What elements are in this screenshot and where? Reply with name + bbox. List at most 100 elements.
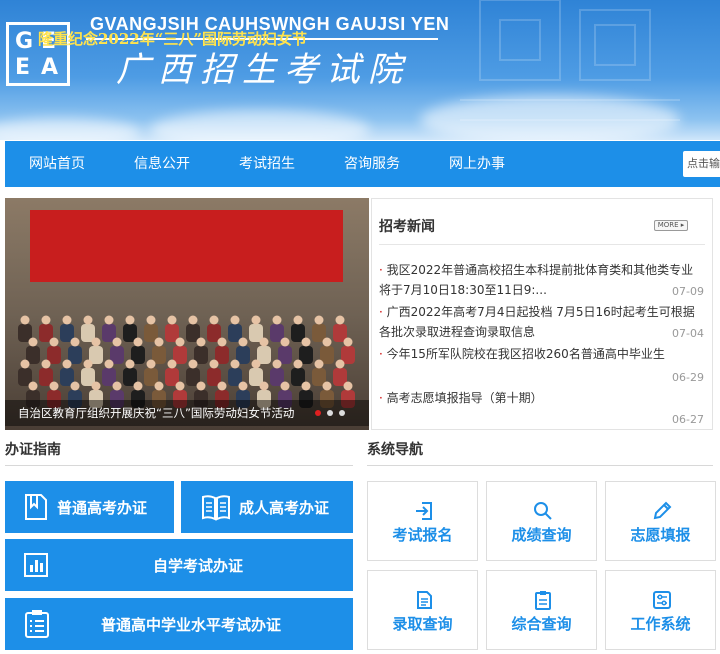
person-head [251,315,261,325]
adult-gaokao-certificate-button[interactable]: 成人高考办证 [181,481,353,533]
decorative-pattern-icon [460,0,680,121]
tile-label: 工作系统 [630,615,691,633]
button-label: 自学考试办证 [153,557,244,575]
nav-item-exam[interactable]: 考试招生 [239,141,295,187]
person-head [28,337,38,347]
person-head [175,381,185,391]
person-head [146,315,156,325]
search-icon [534,502,552,520]
tile-admission-query[interactable]: 录取查询 [367,570,478,650]
button-label: 普通高考办证 [57,499,148,517]
person-head [49,381,59,391]
news-item[interactable]: · 广西2022年高考7月4日起投档 7月5日16时起考生可根据各批次录取进程查… [379,302,697,342]
slide-dot-active[interactable] [315,410,321,416]
news-item-date: 07-04 [672,327,704,340]
slide-dot[interactable] [339,410,345,416]
news-item-text[interactable]: 我区2022年普通高校招生本科提前批体育类和其他类专业将于7月10日18:30至… [379,263,693,297]
button-label: 普通高中学业水平考试办证 [101,616,282,634]
person-head [251,359,261,369]
system-nav-section-title: 系统导航 [367,442,423,458]
more-label: MORE [657,221,679,229]
person-head [238,337,248,347]
person-head [20,315,30,325]
tile-general-query[interactable]: 综合查询 [486,570,597,650]
person-head [112,381,122,391]
news-item[interactable]: · 我区2022年普通高校招生本科提前批体育类和其他类专业将于7月10日18:3… [379,260,697,300]
person-head [167,359,177,369]
site-title-chinese: 广西招生考试院 [116,50,410,90]
news-item[interactable]: · 今年15所军队院校在我区招收260名普通高中毕业生 [379,344,697,364]
person-head [259,337,269,347]
person-head [280,337,290,347]
person-head [112,337,122,347]
open-book-icon [202,495,230,521]
person-head [83,315,93,325]
person-head [104,315,114,325]
academic-proficiency-certificate-button[interactable]: 普通高中学业水平考试办证 [5,598,353,650]
person-head [293,359,303,369]
document-list-icon [417,591,432,609]
nav-item-home[interactable]: 网站首页 [29,141,85,187]
person-head [154,337,164,347]
news-divider [379,244,705,245]
tile-label: 考试报名 [392,526,453,544]
tile-label: 成绩查询 [511,526,572,544]
settings-sliders-icon [653,591,671,609]
person-head [196,381,206,391]
gaokao-certificate-button[interactable]: 普通高考办证 [5,481,174,533]
person-head [28,381,38,391]
nav-item-online[interactable]: 网上办事 [449,141,505,187]
person-head [335,315,345,325]
tile-exam-registration[interactable]: 考试报名 [367,481,478,561]
pencil-icon [653,501,672,520]
slide-caption[interactable]: 自治区教育厅组织开展庆祝“三八”国际劳动妇女节活动 [18,405,324,421]
news-item-text[interactable]: 广西2022年高考7月4日起投档 7月5日16时起考生可根据各批次录取进程查询录… [379,305,695,339]
person-head [83,359,93,369]
news-title: 招考新闻 [379,219,435,235]
person-head [91,337,101,347]
person-head [272,359,282,369]
clipboard-icon [535,591,551,610]
person-head [154,381,164,391]
person-head [133,381,143,391]
search-input[interactable]: 点击输入 [683,151,720,177]
news-item-text[interactable]: 高考志愿填报指导（第十期） [387,391,543,405]
person-head [322,381,332,391]
person-head [322,337,332,347]
person-head [272,315,282,325]
guide-section-title: 办证指南 [5,442,61,458]
person-head [188,359,198,369]
cloud-decoration [0,118,140,140]
person-head [230,315,240,325]
news-item[interactable]: · 高考志愿填报指导（第十期） [379,388,697,408]
news-item-text[interactable]: 今年15所军队院校在我区招收260名普通高中毕业生 [387,347,665,361]
cloud-decoration [150,110,370,140]
logo-letter: A [41,55,59,80]
main-nav: 网站首页 信息公开 考试招生 咨询服务 网上办事 [5,141,720,187]
tile-label: 志愿填报 [630,526,691,544]
tile-volunteer-fill[interactable]: 志愿填报 [605,481,716,561]
person-head [188,315,198,325]
tile-label: 综合查询 [511,615,572,633]
person-head [62,359,72,369]
person-head [125,315,135,325]
tile-score-query[interactable]: 成绩查询 [486,481,597,561]
tile-work-system[interactable]: 工作系统 [605,570,716,650]
nav-item-consult[interactable]: 咨询服务 [344,141,400,187]
person-head [343,381,353,391]
person-head [41,359,51,369]
bullet-icon: · [379,305,387,319]
nav-item-info[interactable]: 信息公开 [134,141,190,187]
person-head [217,337,227,347]
self-study-certificate-button[interactable]: 自学考试办证 [5,539,353,591]
person-head [62,315,72,325]
bullet-icon: · [379,391,387,405]
person-head [70,337,80,347]
document-icon [25,494,47,520]
news-more-button[interactable]: MORE ▸ [654,220,688,231]
person-head [49,337,59,347]
person-head [196,337,206,347]
group-photo-people [18,315,355,408]
slide-dot[interactable] [327,410,333,416]
news-slider[interactable] [5,198,369,430]
